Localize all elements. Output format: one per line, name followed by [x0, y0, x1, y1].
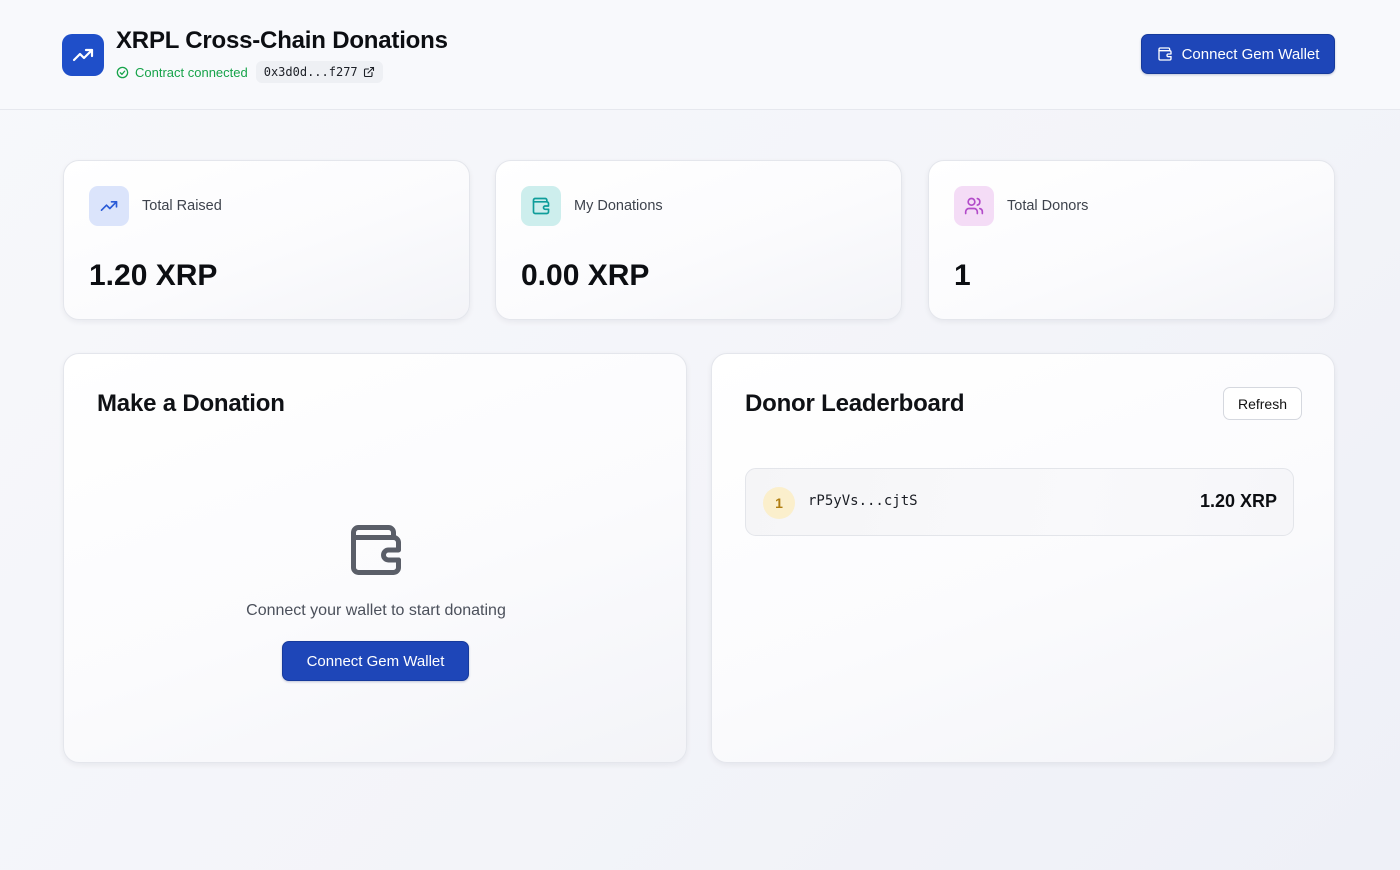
stat-label: Total Raised [142, 198, 222, 214]
donor-address: rP5yVs...cjtS [808, 493, 918, 509]
refresh-button[interactable]: Refresh [1223, 387, 1302, 420]
contract-status-row: Contract connected 0x3d0d...f277 [116, 61, 383, 83]
check-circle-icon [116, 66, 129, 78]
refresh-label: Refresh [1237, 395, 1288, 412]
app-title: XRPL Cross-Chain Donations [116, 27, 448, 54]
donation-panel: Make a Donation Connect your wallet to s… [63, 353, 687, 763]
leaderboard-title: Donor Leaderboard [745, 390, 965, 417]
connect-wallet-message: Connect your wallet to start donating [246, 602, 506, 619]
external-link-icon [363, 66, 374, 78]
stat-icon-box [954, 186, 994, 226]
contract-address: 0x3d0d...f277 [263, 65, 358, 79]
wallet-icon [351, 525, 401, 575]
trending-up-icon [100, 201, 118, 211]
stat-value: 1 [954, 259, 971, 292]
wallet-icon [532, 197, 550, 215]
stat-label: Total Donors [1007, 198, 1089, 214]
stat-value: 1.20 XRP [89, 259, 218, 292]
donor-amount: 1.20 XRP [1199, 491, 1277, 511]
contract-status: Contract connected [116, 65, 248, 80]
users-icon [964, 197, 984, 215]
wallet-illustration [346, 520, 406, 585]
trending-up-icon [72, 48, 94, 62]
donation-connect-wallet-label: Connect Gem Wallet [306, 652, 445, 670]
stat-label: My Donations [574, 198, 663, 214]
stat-card-total-raised: Total Raised 1.20 XRP [63, 160, 470, 320]
contract-address-link[interactable]: 0x3d0d...f277 [255, 61, 383, 83]
header-connect-wallet-button[interactable]: Connect Gem Wallet [1141, 34, 1335, 74]
stat-value: 0.00 XRP [521, 259, 650, 292]
leaderboard-panel: Donor Leaderboard Refresh 1 rP5yVs...cjt… [711, 353, 1335, 763]
contract-status-text: Contract connected [135, 64, 248, 80]
wallet-icon [1157, 47, 1172, 61]
donation-connect-wallet-button[interactable]: Connect Gem Wallet [282, 641, 469, 681]
app-logo [62, 34, 104, 76]
app-header: XRPL Cross-Chain Donations Contract conn… [0, 0, 1400, 110]
stat-icon-box [521, 186, 561, 226]
header-connect-wallet-label: Connect Gem Wallet [1181, 45, 1320, 63]
donation-panel-title: Make a Donation [97, 390, 285, 417]
stat-card-my-donations: My Donations 0.00 XRP [495, 160, 902, 320]
stat-card-total-donors: Total Donors 1 [928, 160, 1335, 320]
stat-icon-box [89, 186, 129, 226]
leaderboard-row: 1 rP5yVs...cjtS 1.20 XRP [745, 468, 1294, 536]
rank-badge: 1 [763, 487, 795, 519]
